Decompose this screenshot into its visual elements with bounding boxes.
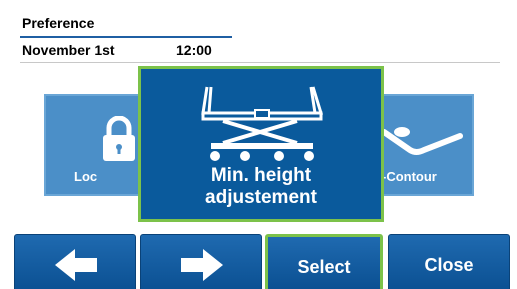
select-button[interactable]: Select xyxy=(265,234,383,289)
min-height-popup: Min. height adjustement xyxy=(138,66,384,222)
contour-icon xyxy=(381,127,463,155)
next-button[interactable] xyxy=(140,234,262,289)
header-divider xyxy=(20,62,500,63)
lock-icon xyxy=(103,116,135,161)
close-button-label: Close xyxy=(424,255,474,275)
popup-title-line2: adjustement xyxy=(205,187,317,208)
date-label: November 1st xyxy=(22,42,115,58)
lock-tile-label: Loc xyxy=(74,169,98,184)
arrow-right-icon xyxy=(181,249,223,281)
popup-title: Min. height adjustement xyxy=(141,165,381,209)
page-title: Preference xyxy=(22,15,95,31)
contour-tile[interactable]: -Contour xyxy=(378,94,474,196)
contour-tile-label: -Contour xyxy=(382,169,437,184)
lock-tile[interactable]: Loc xyxy=(44,94,140,196)
bed-icon xyxy=(201,86,324,161)
back-button[interactable] xyxy=(14,234,136,289)
arrow-left-icon xyxy=(55,249,97,281)
popup-title-line1: Min. height xyxy=(210,165,312,186)
time-label: 12:00 xyxy=(176,42,212,58)
close-button[interactable]: Close xyxy=(388,234,510,289)
title-underline xyxy=(20,36,232,38)
select-button-label: Select xyxy=(297,257,351,277)
header: Preference November 1st 12:00 xyxy=(16,10,506,66)
preference-screen: Preference November 1st 12:00 Loc -Conto… xyxy=(0,0,517,289)
